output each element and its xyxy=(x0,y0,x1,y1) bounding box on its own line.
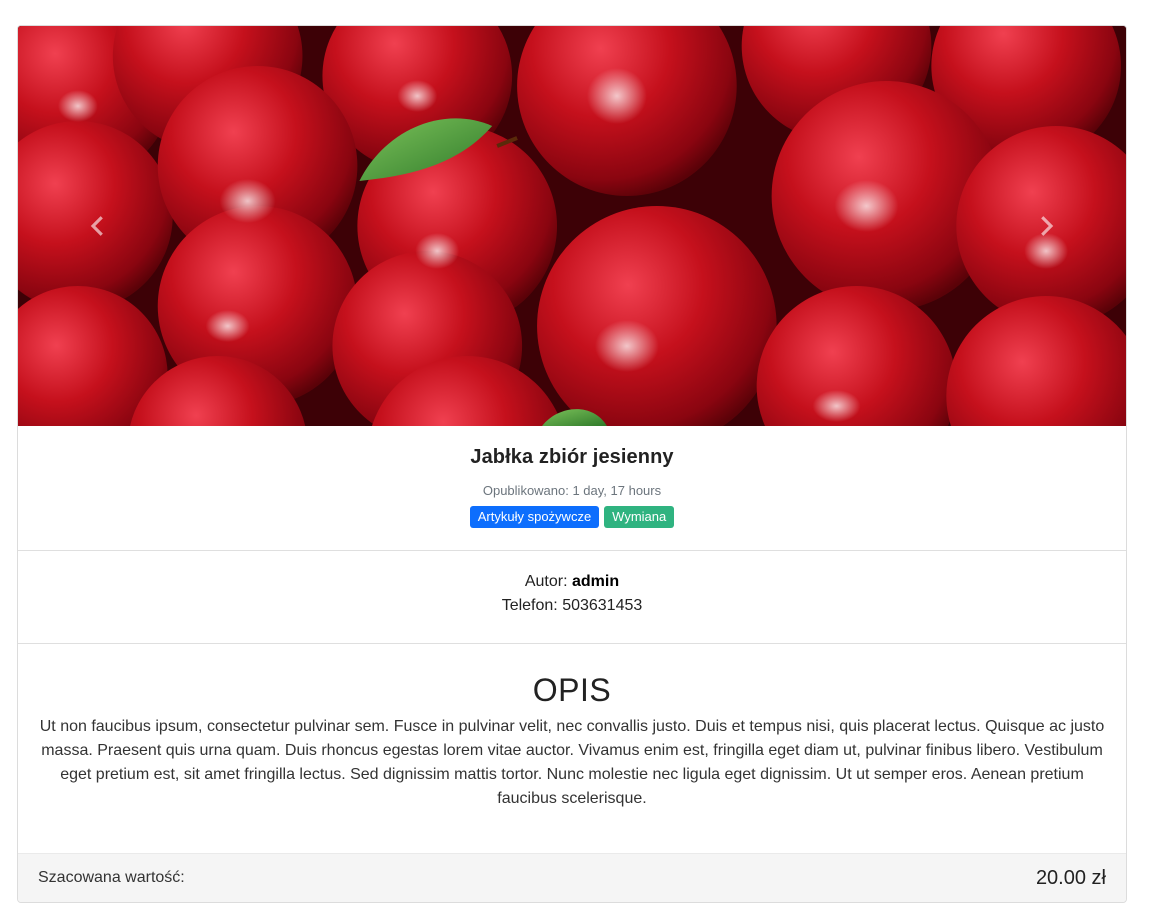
listing-header: Jabłka zbiór jesienny Opublikowano: 1 da… xyxy=(18,426,1126,551)
author-line: Autor: admin xyxy=(18,570,1126,594)
description-heading: OPIS xyxy=(532,672,612,708)
chevron-left-icon xyxy=(90,216,103,236)
estimated-value-label: Szacowana wartość: xyxy=(38,869,185,886)
author-phone: Telefon: 503631453 xyxy=(501,597,643,614)
listing-card: Jabłka zbiór jesienny Opublikowano: 1 da… xyxy=(17,25,1127,903)
tag-list: Artykuły spożywcze Wymiana xyxy=(18,506,1126,528)
author-name: admin xyxy=(572,573,620,590)
author-label: Autor: xyxy=(524,573,568,590)
listing-title: Jabłka zbiór jesienny xyxy=(470,446,674,468)
carousel-next-button[interactable] xyxy=(966,26,1126,426)
carousel-prev-button[interactable] xyxy=(18,26,178,426)
tag-badge-type[interactable]: Wymiana xyxy=(604,506,675,528)
image-carousel xyxy=(18,26,1126,426)
published-time: Opublikowano: 1 day, 17 hours xyxy=(482,483,662,498)
description-section: OPIS Ut non faucibus ipsum, consectetur … xyxy=(18,644,1126,854)
description-text: Ut non faucibus ipsum, consectetur pulvi… xyxy=(39,718,1105,807)
estimated-value-amount: 20.00 zł xyxy=(1035,866,1106,889)
tag-badge-category[interactable]: Artykuły spożywcze xyxy=(469,506,600,528)
apples-photo xyxy=(18,26,1126,426)
estimated-value-footer: Szacowana wartość: 20.00 zł xyxy=(18,853,1126,902)
author-info: Autor: admin Telefon: 503631453 xyxy=(18,551,1126,644)
chevron-right-icon xyxy=(1041,216,1054,236)
